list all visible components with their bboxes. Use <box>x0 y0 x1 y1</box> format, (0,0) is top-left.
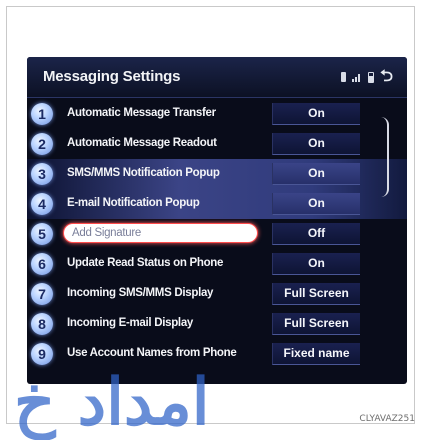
setting-row-automatic-message-readout[interactable]: 2 Automatic Message Readout On <box>27 129 407 159</box>
number-badge: 7 <box>31 283 53 305</box>
screen-title: Messaging Settings <box>43 68 181 85</box>
back-icon[interactable]: ⮌ <box>380 69 393 85</box>
figure-caption: CLYAVAZ251 <box>359 414 415 424</box>
setting-label[interactable]: Incoming E-mail Display <box>67 317 193 329</box>
setting-row-email-notification-popup[interactable]: 4 E-mail Notification Popup On <box>27 189 407 219</box>
setting-label[interactable]: Automatic Message Transfer <box>67 107 216 119</box>
setting-label[interactable]: SMS/MMS Notification Popup <box>67 167 220 179</box>
bluetooth-icon <box>341 72 347 82</box>
setting-label[interactable]: Incoming SMS/MMS Display <box>67 287 213 299</box>
number-badge: 6 <box>31 253 53 275</box>
setting-row-sms-mms-notification-popup[interactable]: 3 SMS/MMS Notification Popup On <box>27 159 407 189</box>
messaging-settings-screen: Messaging Settings ⮌ 1 Automatic Message… <box>27 57 407 384</box>
setting-value-button[interactable]: On <box>272 193 360 215</box>
title-bar: Messaging Settings ⮌ <box>27 57 407 98</box>
signal-icon <box>352 72 362 82</box>
number-badge: 5 <box>31 223 53 245</box>
setting-value-button[interactable]: On <box>272 133 360 155</box>
setting-row-automatic-message-transfer[interactable]: 1 Automatic Message Transfer On <box>27 99 407 129</box>
number-badge: 1 <box>31 103 53 125</box>
number-badge: 8 <box>31 313 53 335</box>
watermark: امداد خ <box>14 365 210 440</box>
setting-label[interactable]: Use Account Names from Phone <box>67 347 237 359</box>
setting-label[interactable]: Automatic Message Readout <box>67 137 217 149</box>
battery-icon <box>368 71 375 83</box>
number-badge: 3 <box>31 163 53 185</box>
setting-value-button[interactable]: Off <box>272 223 360 245</box>
setting-value-button[interactable]: On <box>272 103 360 125</box>
setting-value-button[interactable]: On <box>272 253 360 275</box>
setting-row-incoming-email-display[interactable]: 8 Incoming E-mail Display Full Screen <box>27 309 407 339</box>
setting-value-button[interactable]: Full Screen <box>272 283 360 305</box>
setting-row-update-read-status[interactable]: 6 Update Read Status on Phone On <box>27 249 407 279</box>
setting-label[interactable]: E-mail Notification Popup <box>67 197 200 209</box>
setting-value-button[interactable]: Full Screen <box>272 313 360 335</box>
setting-label[interactable]: Update Read Status on Phone <box>67 257 223 269</box>
setting-row-incoming-sms-mms-display[interactable]: 7 Incoming SMS/MMS Display Full Screen <box>27 279 407 309</box>
number-badge: 9 <box>31 343 53 365</box>
setting-row-add-signature[interactable]: 5 Add Signature Off <box>27 219 407 249</box>
number-badge: 2 <box>31 133 53 155</box>
setting-value-button[interactable]: On <box>272 163 360 185</box>
setting-value-button[interactable]: Fixed name <box>272 343 360 365</box>
settings-list: 1 Automatic Message Transfer On 2 Automa… <box>27 99 407 369</box>
scrollbar[interactable] <box>381 117 389 197</box>
setting-label-selected[interactable]: Add Signature <box>63 223 258 243</box>
status-icons: ⮌ <box>341 69 393 85</box>
number-badge: 4 <box>31 193 53 215</box>
